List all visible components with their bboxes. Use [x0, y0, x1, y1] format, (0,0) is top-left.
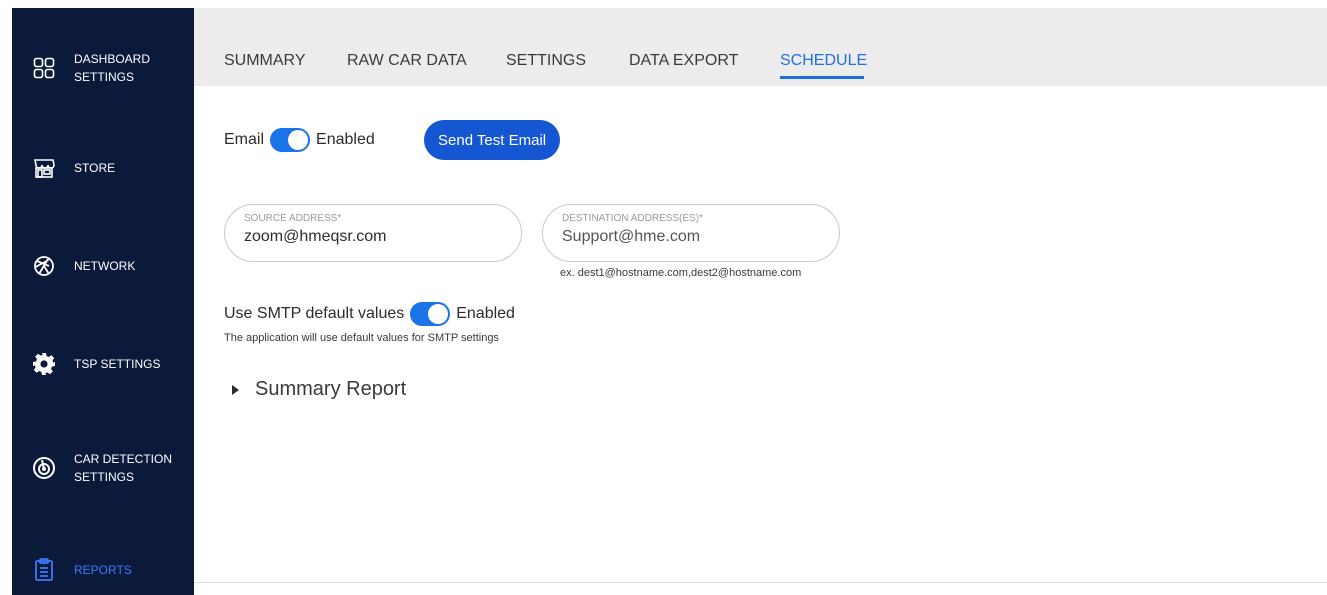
- gear-icon: [32, 352, 56, 376]
- sidebar-item-reports[interactable]: REPORTS: [12, 540, 194, 595]
- tab-settings[interactable]: SETTINGS: [506, 52, 586, 70]
- email-label: Email: [224, 131, 265, 148]
- summary-report-expander[interactable]: Summary Report: [232, 378, 406, 401]
- toggle-knob: [288, 130, 309, 150]
- schedule-panel: Email Enabled Send Test Email SOURCE ADD…: [194, 86, 1327, 584]
- store-icon: [32, 156, 56, 180]
- smtp-toggle[interactable]: [410, 302, 451, 326]
- send-test-email-button[interactable]: Send Test Email: [424, 120, 561, 160]
- active-tab-indicator: [780, 76, 864, 79]
- source-address-label: SOURCE ADDRESS*: [244, 213, 342, 224]
- smtp-label: Use SMTP default values: [224, 305, 405, 322]
- sidebar-item-label: NETWORK: [74, 259, 136, 273]
- smtp-row: Use SMTP default values Enabled: [224, 302, 515, 326]
- smtp-note: The application will use default values …: [224, 332, 499, 344]
- summary-report-label: Summary Report: [255, 378, 407, 400]
- email-row: Email Enabled: [224, 128, 375, 152]
- destination-address-input[interactable]: [562, 228, 822, 246]
- smtp-toggle-state: Enabled: [456, 305, 515, 322]
- sidebar-item-label: TSP SETTINGS: [74, 357, 161, 371]
- clipboard-icon: [32, 558, 56, 582]
- destination-hint: ex. dest1@hostname.com,dest2@hostname.co…: [560, 267, 802, 279]
- source-address-input[interactable]: [244, 228, 504, 246]
- car-detection-icon: [32, 456, 56, 480]
- tab-schedule[interactable]: SCHEDULE: [780, 52, 867, 70]
- email-toggle[interactable]: [270, 128, 311, 152]
- sidebar-item-label: REPORTS: [74, 563, 132, 577]
- destination-address-field[interactable]: DESTINATION ADDRESS(ES)*: [542, 204, 840, 262]
- sidebar: DASHBOARD SETTINGS STORE NETWORK TSP SET…: [12, 8, 194, 595]
- sidebar-item-label: STORE: [74, 161, 116, 175]
- email-toggle-state: Enabled: [316, 131, 375, 148]
- toggle-knob: [428, 304, 449, 324]
- dashboard-grid-icon: [32, 56, 56, 80]
- sidebar-item-dashboard-settings[interactable]: DASHBOARD SETTINGS: [12, 38, 194, 98]
- network-globe-icon: [32, 254, 56, 278]
- sidebar-item-network[interactable]: NETWORK: [12, 236, 194, 296]
- tab-bar: SUMMARY RAW CAR DATA SETTINGS DATA EXPOR…: [194, 8, 1327, 86]
- sidebar-item-store[interactable]: STORE: [12, 138, 194, 198]
- tab-raw-car-data[interactable]: RAW CAR DATA: [347, 52, 467, 70]
- tab-data-export[interactable]: DATA EXPORT: [629, 52, 738, 70]
- sidebar-item-car-detection-settings[interactable]: CAR DETECTION SETTINGS: [12, 438, 194, 498]
- caret-right-icon: [232, 384, 239, 395]
- divider: [194, 582, 1327, 583]
- app-root: DASHBOARD SETTINGS STORE NETWORK TSP SET…: [0, 0, 1327, 595]
- source-address-field[interactable]: SOURCE ADDRESS*: [224, 204, 522, 262]
- tab-summary[interactable]: SUMMARY: [224, 52, 306, 70]
- destination-address-label: DESTINATION ADDRESS(ES)*: [562, 213, 703, 224]
- sidebar-item-label: DASHBOARD SETTINGS: [74, 52, 151, 84]
- sidebar-item-tsp-settings[interactable]: TSP SETTINGS: [12, 334, 194, 394]
- sidebar-item-label: CAR DETECTION SETTINGS: [74, 452, 173, 484]
